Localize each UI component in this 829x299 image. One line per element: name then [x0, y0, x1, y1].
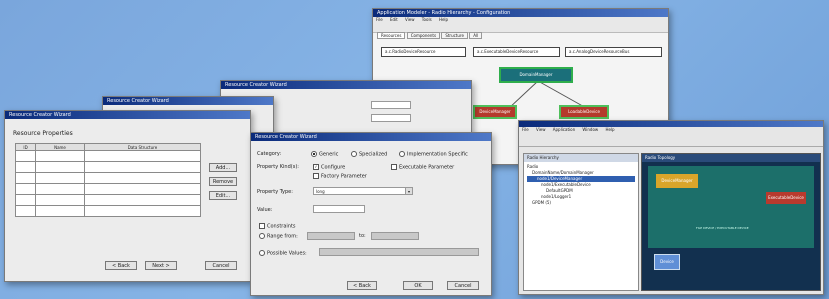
- wizard-properties-titlebar: Resource Creator Wizard: [5, 111, 250, 119]
- wizard-back-3-field: [371, 101, 411, 109]
- radio-icon: [311, 151, 317, 157]
- checkbox-icon: [259, 223, 265, 229]
- cancel-button[interactable]: Cancel: [205, 261, 237, 270]
- range-to-label: to:: [359, 233, 366, 239]
- hierarchy-panel-header: Radio Hierarchy: [524, 154, 638, 162]
- property-kinds-label: Property Kind(s):: [257, 164, 299, 170]
- remove-button[interactable]: Remove: [209, 177, 237, 186]
- radio-topology-panel: Radio Topology DeviceManager ExecutableD…: [641, 153, 821, 291]
- topology-window: File View Application Window Help Radio …: [518, 120, 824, 295]
- wizard-window-properties: Resource Creator Wizard Resource Propert…: [4, 110, 251, 282]
- value-input[interactable]: [313, 205, 365, 213]
- wizard-window-main: Resource Creator Wizard Category: Generi…: [250, 132, 492, 296]
- possible-values-option[interactable]: Possible Values:: [259, 250, 307, 257]
- checkbox-icon: [313, 173, 319, 179]
- column-header-id[interactable]: ID: [14, 143, 37, 151]
- diagram-node-device-manager[interactable]: DeviceManager: [473, 105, 517, 119]
- category-label: Category:: [257, 151, 282, 157]
- category-specialized-option[interactable]: Specialized: [351, 151, 387, 158]
- table-row[interactable]: [14, 150, 202, 162]
- ok-button[interactable]: OK: [403, 281, 433, 290]
- hierarchy-panel-title: Radio Hierarchy: [527, 155, 559, 160]
- topology-toolbar: [519, 134, 823, 147]
- wizard-back-3-titlebar: Resource Creator Wizard: [221, 81, 471, 89]
- topology-node-executable-device[interactable]: ExecutableDevice: [766, 192, 806, 204]
- resource-properties-heading: Resource Properties: [13, 130, 73, 137]
- kind-configure-checkbox[interactable]: ✓ Configure: [313, 164, 345, 171]
- topology-menu-help[interactable]: Help: [605, 127, 614, 132]
- category-implementation-option[interactable]: Implementation Specific: [399, 151, 468, 158]
- hierarchy-tree: Radio DomainName/DomainManager node1/Dev…: [524, 162, 638, 208]
- kind-factory-checkbox[interactable]: Factory Parameter: [313, 173, 367, 180]
- cancel-button[interactable]: Cancel: [447, 281, 479, 290]
- radio-icon: [259, 233, 265, 239]
- column-header-data-structure[interactable]: Data Structure: [83, 143, 202, 151]
- properties-table-header: ID Name Data Structure: [14, 143, 202, 151]
- possible-values-input[interactable]: [319, 248, 479, 256]
- check-icon: ✓: [313, 164, 319, 170]
- topology-menu-view[interactable]: View: [536, 127, 546, 132]
- back-button[interactable]: < Back: [347, 281, 377, 290]
- kind-executable-checkbox[interactable]: Executable Parameter: [391, 164, 454, 171]
- radio-hierarchy-panel: Radio Hierarchy Radio DomainName/DomainM…: [523, 153, 639, 291]
- back-button[interactable]: < Back: [105, 261, 137, 270]
- checkbox-icon: [391, 164, 397, 170]
- topology-node-device-manager[interactable]: DeviceManager: [656, 174, 698, 188]
- next-button[interactable]: Next >: [145, 261, 177, 270]
- topology-panel-header: Radio Topology: [642, 154, 820, 162]
- table-row[interactable]: [14, 183, 202, 195]
- properties-table[interactable]: ID Name Data Structure: [14, 143, 202, 217]
- property-type-select[interactable]: long ▾: [313, 187, 413, 195]
- property-type-label: Property Type:: [257, 189, 293, 195]
- range-from-option[interactable]: Range from:: [259, 233, 298, 240]
- topology-menu-file[interactable]: File: [522, 127, 529, 132]
- radio-icon: [399, 151, 405, 157]
- table-row[interactable]: [14, 172, 202, 184]
- diagram-node-loadable-device[interactable]: LoadableDevice: [559, 105, 609, 119]
- wizard-back-3-field-2: [371, 114, 411, 122]
- topology-node-device[interactable]: Device: [654, 254, 680, 270]
- table-row[interactable]: [14, 161, 202, 173]
- chevron-down-icon: ▾: [405, 188, 412, 194]
- category-generic-option[interactable]: Generic: [311, 151, 338, 158]
- topology-canvas[interactable]: DeviceManager ExecutableDevice FILE DEVI…: [648, 166, 814, 248]
- column-header-name[interactable]: Name: [35, 143, 85, 151]
- range-to-input[interactable]: [371, 232, 419, 240]
- range-from-input[interactable]: [307, 232, 355, 240]
- wizard-back-2-titlebar: Resource Creator Wizard: [103, 97, 273, 105]
- wizard-main-titlebar: Resource Creator Wizard: [251, 133, 491, 141]
- radio-icon: [259, 250, 265, 256]
- edit-button[interactable]: Edit...: [209, 191, 237, 200]
- topology-menu-bar: File View Application Window Help: [519, 127, 823, 134]
- constraints-checkbox[interactable]: Constraints: [259, 223, 296, 230]
- topology-link-label: FILE DEVICE / EXECUTABLE DEVICE: [696, 226, 749, 230]
- diagram-node-domain-manager[interactable]: DomainManager: [499, 67, 573, 83]
- table-row[interactable]: [14, 205, 202, 217]
- topology-menu-application[interactable]: Application: [553, 127, 575, 132]
- radio-icon: [351, 151, 357, 157]
- value-label: Value:: [257, 207, 273, 213]
- add-button[interactable]: Add...: [209, 163, 237, 172]
- topology-menu-window[interactable]: Window: [582, 127, 598, 132]
- topology-panel-title: Radio Topology: [645, 155, 676, 160]
- tree-item-gpdm[interactable]: GPDM (5): [527, 200, 635, 206]
- table-row[interactable]: [14, 194, 202, 206]
